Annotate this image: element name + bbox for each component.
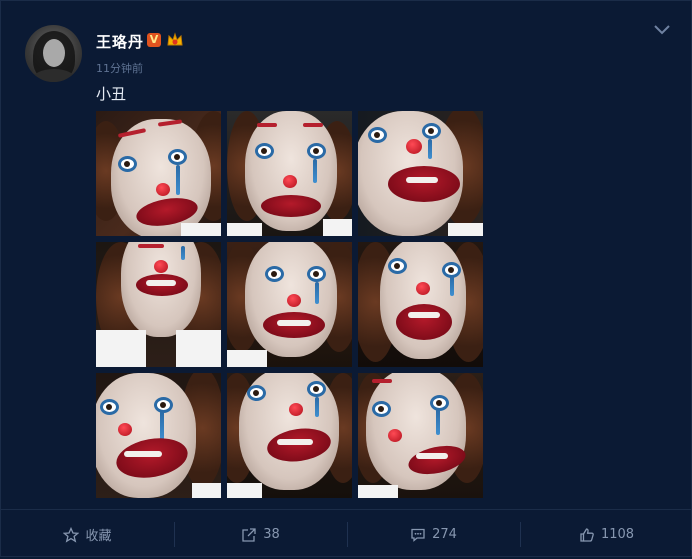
photo-thumbnail[interactable] (227, 111, 352, 236)
photo-grid (96, 111, 483, 498)
comment-icon (411, 528, 425, 542)
like-count: 1108 (600, 527, 635, 542)
photo-thumbnail[interactable] (227, 242, 352, 367)
favorite-button[interactable]: 收藏 (1, 510, 174, 559)
comment-button[interactable]: 274 (347, 510, 520, 559)
favorite-label: 收藏 (85, 529, 112, 544)
photo-thumbnail[interactable] (358, 373, 483, 498)
weibo-post-card: 王珞丹 V 11分钟前 小丑 收藏 38 274 1108 (0, 0, 692, 557)
chevron-down-icon[interactable] (653, 23, 671, 37)
like-button[interactable]: 1108 (520, 510, 692, 559)
author-name[interactable]: 王珞丹 (96, 31, 144, 52)
star-icon (63, 526, 80, 543)
member-crown-icon[interactable] (166, 32, 184, 48)
post-text: 小丑 (96, 85, 127, 103)
post-timestamp[interactable]: 11分钟前 (96, 60, 143, 76)
photo-thumbnail[interactable] (96, 111, 221, 236)
photo-thumbnail[interactable] (96, 242, 221, 367)
verified-badge-icon[interactable]: V (147, 33, 161, 47)
photo-thumbnail[interactable] (358, 242, 483, 367)
repost-count: 38 (263, 527, 280, 542)
repost-button[interactable]: 38 (174, 510, 347, 559)
photo-thumbnail[interactable] (358, 111, 483, 236)
photo-thumbnail[interactable] (96, 373, 221, 498)
comment-count: 274 (432, 527, 457, 542)
avatar[interactable] (25, 25, 82, 82)
avatar-face (43, 39, 65, 67)
thumbs-up-icon (580, 527, 594, 542)
photo-thumbnail[interactable] (227, 373, 352, 498)
action-bar: 收藏 38 274 1108 (1, 509, 692, 559)
share-icon (242, 527, 256, 542)
